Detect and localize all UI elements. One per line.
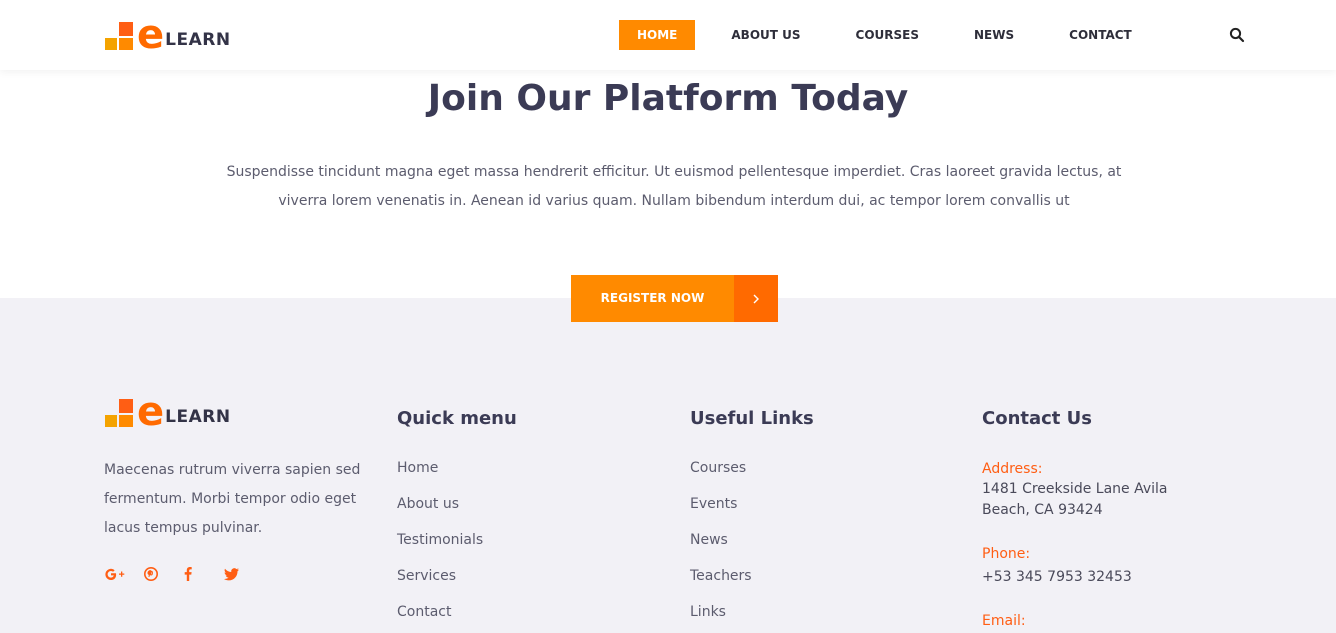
quick-menu-item-services[interactable]: Services [397, 566, 483, 602]
google-plus-icon[interactable] [104, 565, 144, 583]
logo-blocks-icon [105, 399, 135, 427]
pinterest-icon[interactable] [144, 565, 184, 583]
main-nav: HOME ABOUT US COURSES NEWS CONTACT [619, 20, 1150, 50]
address-label: Address: [982, 461, 1043, 477]
address-line-1: 1481 Creekside Lane Avila [982, 481, 1168, 497]
search-icon[interactable] [1229, 27, 1245, 43]
contact-info: Address: 1481 Creekside Lane Avila Beach… [982, 459, 1222, 631]
quick-menu-list: Home About us Testimonials Services Cont… [397, 458, 483, 633]
quick-menu-item-about-us[interactable]: About us [397, 494, 483, 530]
nav-item-news[interactable]: NEWS [956, 20, 1032, 50]
facebook-icon[interactable] [184, 565, 224, 583]
site-logo[interactable]: e LEARN [105, 12, 231, 58]
quick-menu-item-contact[interactable]: Contact [397, 602, 483, 633]
hero-description: Suspendisse tincidunt magna eget massa h… [226, 164, 1122, 209]
nav-item-about-us[interactable]: ABOUT US [713, 20, 818, 50]
useful-links-title: Useful Links [690, 408, 814, 429]
footer-logo[interactable]: e LEARN [105, 389, 231, 435]
address-line-2: Beach, CA 93424 [982, 502, 1103, 518]
nav-item-courses[interactable]: COURSES [838, 20, 937, 50]
useful-link-events[interactable]: Events [690, 494, 752, 530]
chevron-right-icon [734, 275, 778, 322]
social-links [104, 565, 264, 583]
nav-item-home[interactable]: HOME [619, 20, 696, 50]
nav-item-contact[interactable]: CONTACT [1051, 20, 1150, 50]
page-title: Join Our Platform Today [427, 78, 909, 119]
logo-letter: e [137, 389, 165, 435]
quick-menu-title: Quick menu [397, 408, 517, 429]
logo-letter: e [137, 12, 165, 58]
quick-menu-item-home[interactable]: Home [397, 458, 483, 494]
useful-links-list: Courses Events News Teachers Links [690, 458, 752, 633]
phone-number[interactable]: +53 345 7953 32453 [982, 567, 1222, 588]
logo-word: LEARN [165, 407, 231, 427]
useful-link-courses[interactable]: Courses [690, 458, 752, 494]
logo-blocks-icon [105, 22, 135, 50]
useful-link-links[interactable]: Links [690, 602, 752, 633]
logo-word: LEARN [165, 30, 231, 50]
quick-menu-item-testimonials[interactable]: Testimonials [397, 530, 483, 566]
register-now-label: REGISTER NOW [571, 275, 734, 322]
phone-label: Phone: [982, 546, 1031, 562]
site-header: e LEARN HOME ABOUT US COURSES NEWS CONTA… [0, 0, 1336, 70]
useful-link-teachers[interactable]: Teachers [690, 566, 752, 602]
contact-us-title: Contact Us [982, 408, 1093, 429]
useful-link-news[interactable]: News [690, 530, 752, 566]
register-now-button[interactable]: REGISTER NOW [571, 275, 778, 322]
twitter-icon[interactable] [224, 565, 264, 583]
email-label: Email: [982, 613, 1026, 629]
footer-about-text: Maecenas rutrum viverra sapien sed ferme… [104, 462, 361, 536]
